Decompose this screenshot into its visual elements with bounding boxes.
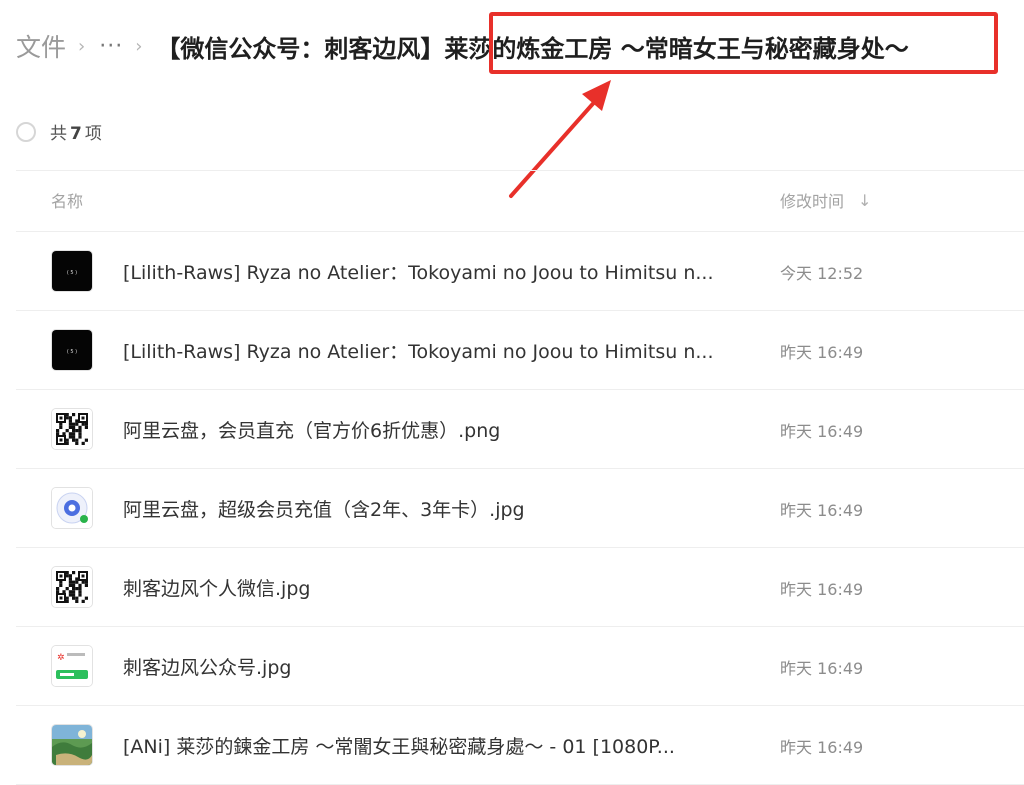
- file-name[interactable]: [ANi] 莱莎的鍊金工房 ～常闇女王與秘密藏身處～ - 01 [1080P..…: [123, 732, 675, 759]
- file-name[interactable]: 阿里云盘，超级会员充值（含2年、3年卡）.jpg: [123, 495, 525, 522]
- file-thumbnail-icon: [51, 566, 93, 608]
- svg-text:( 5 ): ( 5 ): [67, 349, 77, 355]
- file-modified-time: 昨天 16:49: [780, 580, 864, 599]
- file-row[interactable]: 刺客边风个人微信.jpg 昨天 16:49: [16, 548, 1024, 627]
- breadcrumb-root-link[interactable]: 文件: [16, 28, 66, 64]
- file-name[interactable]: [Lilith-Raws] Ryza no Atelier：Tokoyami n…: [123, 258, 713, 285]
- file-thumbnail-icon: [51, 487, 93, 529]
- file-modified-time: 昨天 16:49: [780, 738, 864, 757]
- select-all-checkbox[interactable]: [16, 121, 36, 142]
- file-thumbnail-icon: ✲: [51, 645, 93, 687]
- file-row[interactable]: 阿里云盘，会员直充（官方价6折优惠）.png 昨天 16:49: [16, 390, 1024, 469]
- file-name[interactable]: 刺客边风公众号.jpg: [123, 653, 291, 680]
- file-name[interactable]: 阿里云盘，会员直充（官方价6折优惠）.png: [123, 416, 500, 443]
- file-thumbnail-icon: ( 5 ): [51, 329, 93, 371]
- file-modified-time: 昨天 16:49: [780, 659, 864, 678]
- file-thumbnail-icon: ( 5 ): [51, 250, 93, 292]
- svg-text:✲: ✲: [57, 653, 65, 663]
- item-count: 共7项: [50, 124, 102, 144]
- file-row[interactable]: 阿里云盘，超级会员充值（含2年、3年卡）.jpg 昨天 16:49: [16, 469, 1024, 548]
- svg-text:( 5 ): ( 5 ): [67, 270, 77, 276]
- arrow-down-icon[interactable]: ↓: [858, 191, 871, 210]
- breadcrumb-more-button[interactable]: ···: [99, 34, 123, 59]
- highlight-box: [489, 12, 998, 74]
- divider: [16, 170, 1024, 171]
- column-header-modified[interactable]: 修改时间 ↓: [780, 188, 871, 212]
- file-modified-time: 昨天 16:49: [780, 422, 864, 441]
- file-modified-time: 今天 12:52: [780, 264, 864, 283]
- file-row[interactable]: ✲ 刺客边风公众号.jpg 昨天 16:49: [16, 627, 1024, 706]
- file-modified-time: 昨天 16:49: [780, 501, 864, 520]
- file-row[interactable]: ( 5 ) [Lilith-Raws] Ryza no Atelier：Tokoy…: [16, 311, 1024, 390]
- column-header-name[interactable]: 名称: [51, 188, 83, 212]
- file-row[interactable]: [ANi] 莱莎的鍊金工房 ～常闇女王與秘密藏身處～ - 01 [1080P..…: [16, 706, 1024, 785]
- file-modified-time: 昨天 16:49: [780, 343, 864, 362]
- breadcrumb-separator-icon: ›: [135, 35, 143, 57]
- file-thumbnail-icon: [51, 724, 93, 766]
- column-header-modified-label: 修改时间: [780, 192, 845, 211]
- file-list: ( 5 ) [Lilith-Raws] Ryza no Atelier：Tokoy…: [16, 232, 1024, 785]
- file-thumbnail-icon: [51, 408, 93, 450]
- item-count-bar: 共7项: [16, 119, 102, 144]
- breadcrumb-separator-icon: ›: [78, 35, 86, 57]
- file-row[interactable]: ( 5 ) [Lilith-Raws] Ryza no Atelier：Tokoy…: [16, 232, 1024, 311]
- file-name[interactable]: 刺客边风个人微信.jpg: [123, 574, 310, 601]
- file-name[interactable]: [Lilith-Raws] Ryza no Atelier：Tokoyami n…: [123, 337, 713, 364]
